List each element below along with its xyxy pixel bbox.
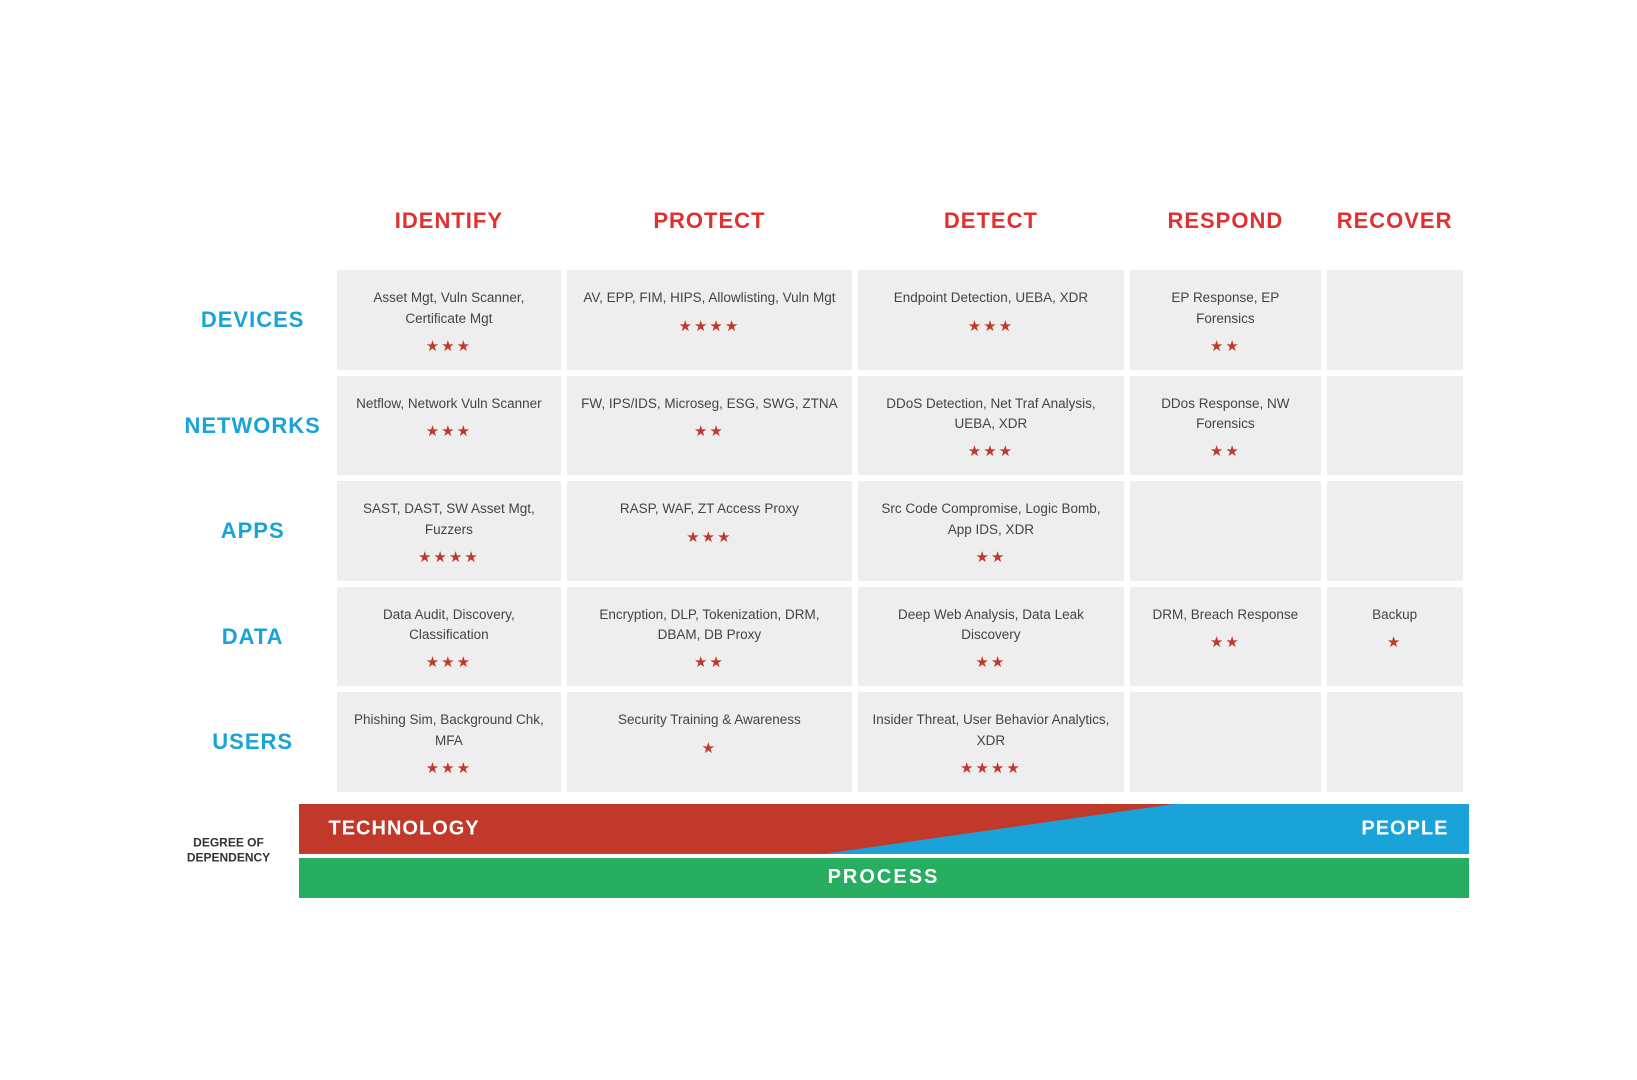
empty-header bbox=[175, 188, 331, 264]
header-respond: RESPOND bbox=[1130, 188, 1321, 264]
stars-data-1: ★★ bbox=[694, 654, 725, 671]
cell-data-2: Deep Web Analysis, Data Leak Discovery ★★ bbox=[858, 587, 1124, 687]
cell-data-0: Data Audit, Discovery, Classification ★★★ bbox=[337, 587, 561, 687]
stars-networks-2: ★★★ bbox=[968, 443, 1014, 460]
technology-label: TECHNOLOGY bbox=[329, 817, 480, 840]
cell-users-0: Phishing Sim, Background Chk, MFA ★★★ bbox=[337, 692, 561, 792]
stars-devices-1: ★★★★ bbox=[679, 318, 741, 335]
row-label-data: DATA bbox=[175, 587, 331, 687]
cell-text-users-2: Insider Threat, User Behavior Analytics,… bbox=[870, 710, 1112, 751]
stars-data-3: ★★ bbox=[1210, 634, 1241, 651]
cell-text-networks-1: FW, IPS/IDS, Microseg, ESG, SWG, ZTNA bbox=[579, 394, 840, 414]
degree-label: DEGREE OFDEPENDENCY bbox=[169, 835, 289, 866]
cell-networks-4 bbox=[1327, 376, 1463, 476]
cell-text-apps-1: RASP, WAF, ZT Access Proxy bbox=[579, 499, 840, 519]
row-label-users: USERS bbox=[175, 692, 331, 792]
technology-bar: TECHNOLOGY PEOPLE bbox=[299, 804, 1469, 854]
process-bar: PROCESS bbox=[299, 858, 1469, 898]
stars-devices-0: ★★★ bbox=[426, 338, 472, 355]
cell-apps-1: RASP, WAF, ZT Access Proxy ★★★ bbox=[567, 481, 852, 581]
cell-apps-2: Src Code Compromise, Logic Bomb, App IDS… bbox=[858, 481, 1124, 581]
cell-data-3: DRM, Breach Response ★★ bbox=[1130, 587, 1321, 687]
people-label: PEOPLE bbox=[1361, 817, 1448, 840]
cell-text-data-3: DRM, Breach Response bbox=[1142, 605, 1309, 625]
cell-networks-2: DDoS Detection, Net Traf Analysis, UEBA,… bbox=[858, 376, 1124, 476]
framework-table: IDENTIFY PROTECT DETECT RESPOND RECOVER … bbox=[169, 182, 1469, 798]
stars-apps-0: ★★★★ bbox=[418, 549, 480, 566]
header-identify: IDENTIFY bbox=[337, 188, 561, 264]
cell-text-networks-2: DDoS Detection, Net Traf Analysis, UEBA,… bbox=[870, 394, 1112, 435]
header-detect: DETECT bbox=[858, 188, 1124, 264]
stars-users-1: ★ bbox=[702, 740, 717, 757]
stars-networks-3: ★★ bbox=[1210, 443, 1241, 460]
process-label: PROCESS bbox=[828, 866, 940, 889]
cell-text-data-4: Backup bbox=[1339, 605, 1451, 625]
cell-apps-0: SAST, DAST, SW Asset Mgt, Fuzzers ★★★★ bbox=[337, 481, 561, 581]
cell-devices-0: Asset Mgt, Vuln Scanner, Certificate Mgt… bbox=[337, 270, 561, 370]
cell-text-devices-1: AV, EPP, FIM, HIPS, Allowlisting, Vuln M… bbox=[579, 288, 840, 308]
cell-text-networks-0: Netflow, Network Vuln Scanner bbox=[349, 394, 549, 414]
stars-devices-2: ★★★ bbox=[968, 318, 1014, 335]
header-recover: RECOVER bbox=[1327, 188, 1463, 264]
cell-users-4 bbox=[1327, 692, 1463, 792]
main-container: IDENTIFY PROTECT DETECT RESPOND RECOVER … bbox=[169, 182, 1469, 898]
stars-data-0: ★★★ bbox=[426, 654, 472, 671]
cell-text-data-1: Encryption, DLP, Tokenization, DRM, DBAM… bbox=[579, 605, 840, 646]
cell-text-users-1: Security Training & Awareness bbox=[579, 710, 840, 730]
bar-wrapper: DEGREE OFDEPENDENCY TECHNOLOGY PEOPLE PR… bbox=[169, 804, 1469, 898]
cell-data-1: Encryption, DLP, Tokenization, DRM, DBAM… bbox=[567, 587, 852, 687]
cell-text-apps-2: Src Code Compromise, Logic Bomb, App IDS… bbox=[870, 499, 1112, 540]
cell-text-devices-3: EP Response, EP Forensics bbox=[1142, 288, 1309, 329]
cell-text-apps-0: SAST, DAST, SW Asset Mgt, Fuzzers bbox=[349, 499, 549, 540]
stars-data-4: ★ bbox=[1387, 634, 1402, 651]
row-label-apps: APPS bbox=[175, 481, 331, 581]
cell-networks-3: DDos Response, NW Forensics ★★ bbox=[1130, 376, 1321, 476]
stars-devices-3: ★★ bbox=[1210, 338, 1241, 355]
cell-text-devices-2: Endpoint Detection, UEBA, XDR bbox=[870, 288, 1112, 308]
cell-text-data-2: Deep Web Analysis, Data Leak Discovery bbox=[870, 605, 1112, 646]
cell-text-data-0: Data Audit, Discovery, Classification bbox=[349, 605, 549, 646]
cell-networks-1: FW, IPS/IDS, Microseg, ESG, SWG, ZTNA ★★ bbox=[567, 376, 852, 476]
cell-apps-4 bbox=[1327, 481, 1463, 581]
cell-text-networks-3: DDos Response, NW Forensics bbox=[1142, 394, 1309, 435]
cell-networks-0: Netflow, Network Vuln Scanner ★★★ bbox=[337, 376, 561, 476]
stars-apps-1: ★★★ bbox=[686, 529, 732, 546]
cell-apps-3 bbox=[1130, 481, 1321, 581]
cell-text-devices-0: Asset Mgt, Vuln Scanner, Certificate Mgt bbox=[349, 288, 549, 329]
stars-users-0: ★★★ bbox=[426, 760, 472, 777]
cell-devices-2: Endpoint Detection, UEBA, XDR ★★★ bbox=[858, 270, 1124, 370]
row-label-networks: NETWORKS bbox=[175, 376, 331, 476]
cell-users-1: Security Training & Awareness ★ bbox=[567, 692, 852, 792]
cell-devices-4 bbox=[1327, 270, 1463, 370]
stars-networks-1: ★★ bbox=[694, 423, 725, 440]
stars-users-2: ★★★★ bbox=[960, 760, 1022, 777]
bottom-section: DEGREE OFDEPENDENCY TECHNOLOGY PEOPLE PR… bbox=[169, 804, 1469, 898]
stars-apps-2: ★★ bbox=[975, 549, 1006, 566]
cell-devices-3: EP Response, EP Forensics ★★ bbox=[1130, 270, 1321, 370]
stars-data-2: ★★ bbox=[975, 654, 1006, 671]
header-protect: PROTECT bbox=[567, 188, 852, 264]
cell-users-3 bbox=[1130, 692, 1321, 792]
cell-users-2: Insider Threat, User Behavior Analytics,… bbox=[858, 692, 1124, 792]
cell-text-users-0: Phishing Sim, Background Chk, MFA bbox=[349, 710, 549, 751]
cell-devices-1: AV, EPP, FIM, HIPS, Allowlisting, Vuln M… bbox=[567, 270, 852, 370]
stars-networks-0: ★★★ bbox=[426, 423, 472, 440]
cell-data-4: Backup ★ bbox=[1327, 587, 1463, 687]
row-label-devices: DEVICES bbox=[175, 270, 331, 370]
bars-container: TECHNOLOGY PEOPLE PROCESS bbox=[299, 804, 1469, 898]
